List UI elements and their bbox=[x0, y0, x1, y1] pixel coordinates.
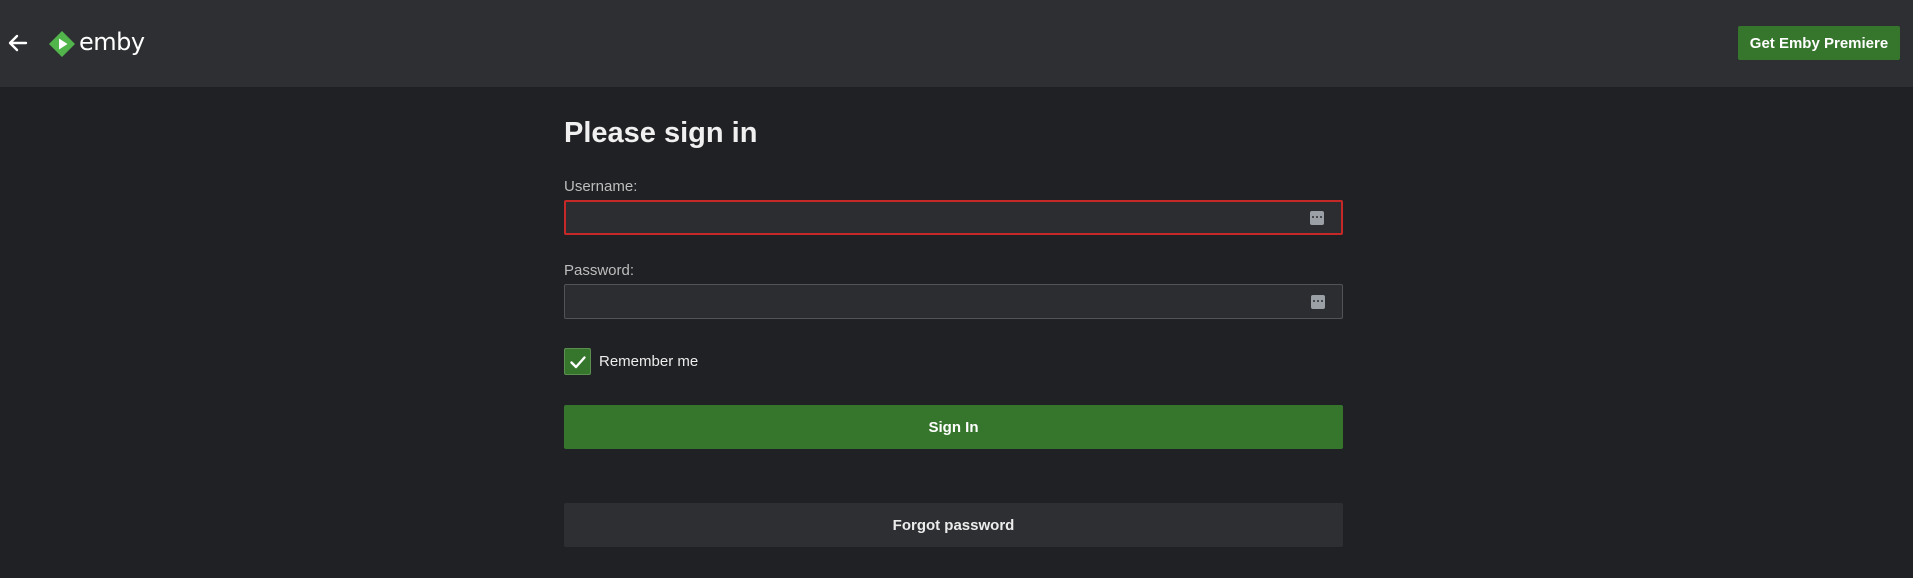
remember-me-checkbox[interactable] bbox=[564, 348, 591, 375]
username-input[interactable] bbox=[566, 202, 1341, 233]
remember-me-label: Remember me bbox=[599, 353, 699, 370]
logo-text: emby bbox=[79, 28, 145, 56]
username-label: Username: bbox=[564, 178, 638, 195]
username-field-container bbox=[564, 200, 1343, 235]
back-button[interactable] bbox=[6, 31, 30, 55]
password-label: Password: bbox=[564, 262, 635, 279]
arrow-left-icon bbox=[8, 34, 28, 52]
forgot-password-button[interactable]: Forgot password bbox=[564, 503, 1343, 547]
emby-logo[interactable]: emby bbox=[48, 27, 145, 61]
checkmark-icon bbox=[569, 355, 586, 368]
password-manager-icon[interactable] bbox=[1311, 294, 1325, 309]
sign-in-button[interactable]: Sign In bbox=[564, 405, 1343, 449]
emby-logo-icon bbox=[49, 31, 75, 57]
page-title: Please sign in bbox=[564, 117, 758, 149]
password-field-container bbox=[564, 284, 1343, 319]
get-premiere-button[interactable]: Get Emby Premiere bbox=[1738, 26, 1900, 60]
password-manager-icon[interactable] bbox=[1310, 210, 1324, 225]
remember-me-row[interactable]: Remember me bbox=[564, 348, 698, 375]
password-input[interactable] bbox=[565, 285, 1342, 318]
top-header: emby Get Emby Premiere bbox=[0, 0, 1913, 87]
